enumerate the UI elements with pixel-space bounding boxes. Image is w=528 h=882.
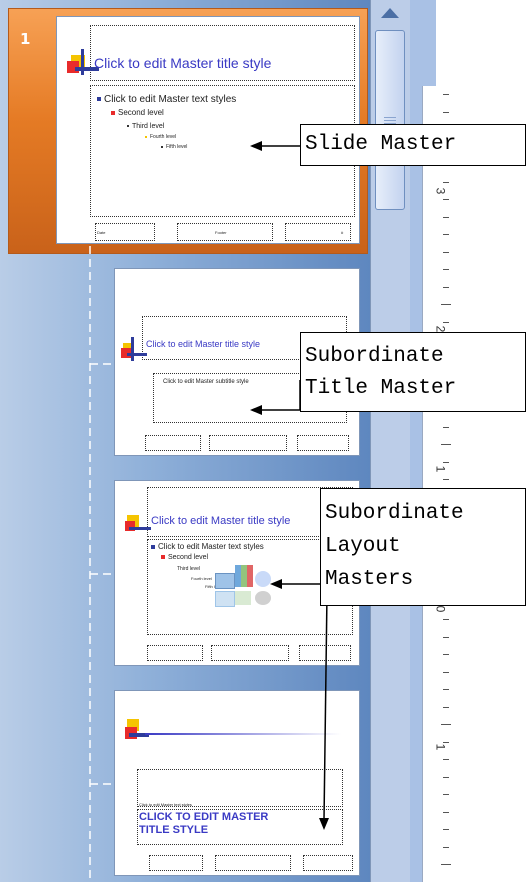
title-master-callout: Subordinate Title Master <box>300 332 526 412</box>
callout-text: Subordinate <box>325 502 464 525</box>
callout-text: Masters <box>325 568 414 591</box>
callout-text: Layout <box>325 535 401 558</box>
master-view-pane: 1 Click to edit Master title style Click… <box>0 0 528 882</box>
callout-text: Slide Master <box>305 133 457 156</box>
slide-master-callout: Slide Master <box>300 124 526 166</box>
callout-text: Subordinate <box>305 345 444 368</box>
callout-text: Title Master <box>305 377 457 400</box>
layout-masters-callout: Subordinate Layout Masters <box>320 488 526 606</box>
